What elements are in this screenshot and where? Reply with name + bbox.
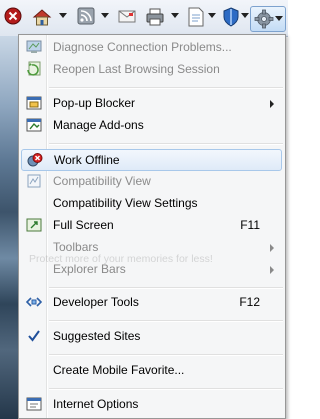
menu-item-shortcut: F11 xyxy=(240,218,260,232)
submenu-arrow xyxy=(270,100,274,108)
compatibility-view-icon xyxy=(26,173,42,189)
tools-gear-icon xyxy=(254,9,274,29)
menu-item-label: Developer Tools xyxy=(53,295,139,309)
feeds-dropdown-arrow[interactable] xyxy=(101,13,109,18)
read-mail-icon xyxy=(118,10,136,23)
popup-blocker-icon xyxy=(26,95,42,111)
print-icon xyxy=(146,8,164,26)
feeds-button[interactable] xyxy=(77,7,95,29)
safety-shield-icon xyxy=(223,7,239,27)
submenu-arrow xyxy=(270,244,274,252)
read-mail-button[interactable] xyxy=(118,7,136,29)
home-icon xyxy=(32,9,52,26)
menu-item-label: Work Offline xyxy=(54,153,120,167)
page-icon xyxy=(188,7,204,27)
home-button[interactable] xyxy=(32,7,52,29)
menu-item-label: Suggested Sites xyxy=(53,329,141,343)
menu-item-internet-options[interactable]: Internet Options xyxy=(21,394,282,416)
menu-item-compatibility-view-settings[interactable]: Compatibility View Settings xyxy=(21,193,282,215)
stop-button[interactable] xyxy=(4,7,22,29)
safety-dropdown-arrow[interactable] xyxy=(241,13,249,18)
menu-item-developer-tools[interactable]: Developer Tools F12 xyxy=(21,292,282,314)
internet-options-icon xyxy=(26,396,42,412)
developer-tools-icon xyxy=(26,294,42,310)
menu-item-shortcut: F12 xyxy=(239,295,260,309)
menu-item-explorer-bars[interactable]: Explorer Bars xyxy=(21,259,282,281)
checkmark-icon xyxy=(26,328,42,344)
print-dropdown-arrow[interactable] xyxy=(171,13,179,18)
menu-separator xyxy=(49,388,283,390)
command-bar xyxy=(0,0,288,37)
menu-separator xyxy=(49,354,283,356)
manage-addons-icon xyxy=(26,117,42,133)
feeds-icon xyxy=(77,7,95,25)
menu-separator xyxy=(49,320,283,322)
menu-item-work-offline[interactable]: Work Offline xyxy=(21,149,282,171)
menu-item-label: Compatibility View Settings xyxy=(53,196,198,210)
menu-item-label: Compatibility View xyxy=(53,174,151,188)
menu-item-label: Manage Add-ons xyxy=(53,118,144,132)
menu-item-toolbars[interactable]: Toolbars xyxy=(21,237,282,259)
menu-item-reopen-session[interactable]: Reopen Last Browsing Session xyxy=(21,59,282,81)
menu-item-manage-addons[interactable]: Manage Add-ons xyxy=(21,115,282,137)
menu-separator xyxy=(49,143,283,145)
menu-separator xyxy=(49,87,283,89)
submenu-arrow xyxy=(270,266,274,274)
full-screen-icon xyxy=(26,217,42,233)
home-dropdown-arrow[interactable] xyxy=(59,13,67,18)
print-button[interactable] xyxy=(145,7,165,29)
menu-item-label: Internet Options xyxy=(53,397,139,411)
menu-item-label: Full Screen xyxy=(53,218,114,232)
menu-item-popup-blocker[interactable]: Pop-up Blocker xyxy=(21,93,282,115)
menu-item-label: Pop-up Blocker xyxy=(53,96,136,110)
menu-separator xyxy=(49,287,283,289)
tools-dropdown-arrow xyxy=(275,16,283,21)
page-dropdown-arrow[interactable] xyxy=(208,13,216,18)
menu-item-full-screen[interactable]: Full Screen F11 xyxy=(21,215,282,237)
stop-icon xyxy=(4,7,22,25)
menu-item-compatibility-view[interactable]: Compatibility View xyxy=(21,171,282,193)
menu-item-label: Explorer Bars xyxy=(53,262,126,276)
tools-menu: Diagnose Connection Problems... Reopen L… xyxy=(18,34,286,419)
reopen-session-icon xyxy=(26,61,42,77)
menu-item-suggested-sites[interactable]: Suggested Sites xyxy=(21,326,282,348)
menu-item-label: Create Mobile Favorite... xyxy=(53,363,185,377)
work-offline-icon xyxy=(27,152,43,168)
tools-button[interactable] xyxy=(250,6,286,32)
menu-item-label: Diagnose Connection Problems... xyxy=(53,40,232,54)
safety-button[interactable] xyxy=(222,7,240,29)
menu-item-create-mobile-favorite[interactable]: Create Mobile Favorite... xyxy=(21,360,282,382)
page-button[interactable] xyxy=(187,7,205,29)
menu-item-diagnose-connection[interactable]: Diagnose Connection Problems... xyxy=(21,37,282,59)
diagnose-connection-icon xyxy=(26,39,42,55)
menu-item-label: Reopen Last Browsing Session xyxy=(53,62,220,76)
menu-item-label: Toolbars xyxy=(53,240,99,254)
